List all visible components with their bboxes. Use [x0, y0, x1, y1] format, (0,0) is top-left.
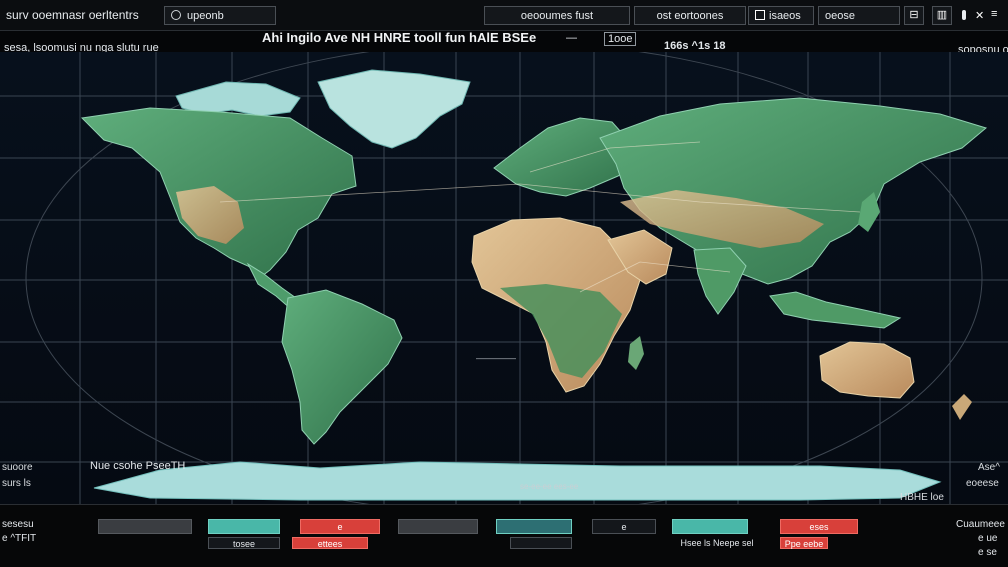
control-button-8[interactable]: eses — [780, 519, 858, 534]
bottom-left-label-top: sesesu — [2, 519, 34, 530]
bottom-right-label-bottom: e se — [978, 547, 997, 558]
map-title: Ahi Ingilo Ave NH HNRE tooll fun hAlE BS… — [262, 30, 537, 45]
bottom-map-label: Nue csohe PseeTH — [90, 460, 186, 472]
close-icon[interactable]: ✕ — [975, 9, 984, 22]
right-side-label-3: HBHE loe — [900, 492, 944, 503]
control-button-7[interactable] — [672, 519, 748, 534]
world-map-canvas[interactable] — [0, 52, 1008, 504]
control-button-4[interactable] — [398, 519, 478, 534]
control-button-3-sub[interactable]: ettees — [292, 537, 368, 549]
right-side-label-1: Ase^ — [978, 462, 1000, 473]
right-side-label-2: eoeese — [966, 478, 999, 489]
grid-icon[interactable]: ▥ — [932, 6, 952, 25]
control-button-2-sub[interactable]: tosee — [208, 537, 280, 549]
top-toolbar: surv ooemnasr oerltentrs upeonb oeooumes… — [0, 0, 1008, 31]
window-icon — [755, 10, 765, 20]
toolbar-button-4[interactable]: oeose — [818, 6, 900, 25]
control-button-2[interactable] — [208, 519, 280, 534]
microphone-icon[interactable] — [962, 10, 966, 20]
map-dashboard: surv ooemnasr oerltentrs upeonb oeooumes… — [0, 0, 1008, 567]
bottom-left-label-bottom: e ^TFIT — [2, 533, 37, 544]
control-button-5-sub[interactable] — [510, 537, 572, 549]
app-title: surv ooemnasr oerltentrs — [6, 8, 139, 22]
search-icon — [171, 10, 181, 20]
control-button-5[interactable] — [496, 519, 572, 534]
toolbar-button-3[interactable]: isaeos — [748, 6, 814, 25]
bottom-right-label-mid: e ue — [978, 533, 998, 544]
control-button-8-sub[interactable]: Ppe eebe — [780, 537, 828, 549]
marker-box: 1ooe — [604, 32, 637, 46]
marker-dash: — — [566, 32, 577, 44]
bottom-right-label-top: Cuaumeee — [956, 519, 1005, 530]
control-button-1[interactable] — [98, 519, 192, 534]
control-button-6[interactable]: e — [592, 519, 656, 534]
search-field[interactable]: upeonb — [164, 6, 276, 25]
world-map[interactable]: ————— Nue csohe PseeTH se-ee-ee ees-ee — [0, 52, 1008, 504]
left-side-label-2: surs ls — [2, 478, 31, 489]
control-button-7-sub: Hsee ls Neepe sel — [680, 538, 754, 548]
control-button-3[interactable]: e — [300, 519, 380, 534]
bottom-map-tag: se-ee-ee ees-ee — [520, 482, 579, 491]
toolbar-button-2[interactable]: ost eortoones — [634, 6, 746, 25]
bottom-control-panel: sesesu e ^TFIT tosee e ettees e Hsee ls … — [0, 504, 1008, 567]
antarctica-landmass — [93, 461, 942, 501]
left-side-label-1: suoore — [2, 462, 33, 473]
toolbar-button-4-label: oeose — [825, 10, 855, 22]
toolbar-button-1[interactable]: oeooumes fust — [484, 6, 630, 25]
coordinate-readout: 166s ^1s 18 — [664, 40, 726, 52]
search-value: upeonb — [187, 10, 224, 22]
expand-icon[interactable]: ⊟ — [904, 6, 924, 25]
center-tag: ————— — [476, 354, 516, 363]
menu-icon[interactable]: ≡ — [991, 8, 997, 20]
toolbar-button-3-label: isaeos — [769, 10, 801, 22]
